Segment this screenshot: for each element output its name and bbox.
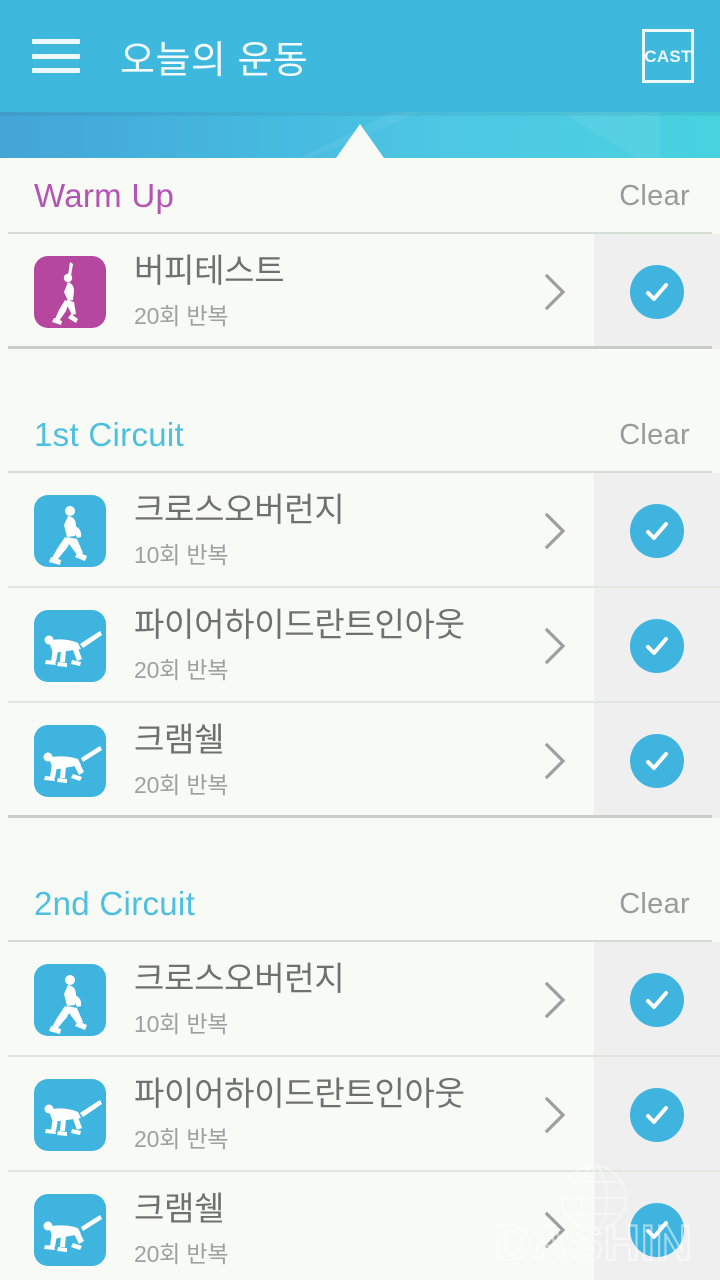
exercise-text: 크로스오버런지 10회 반복	[134, 960, 345, 1039]
section-title: 2nd Circuit	[34, 885, 196, 922]
exercise-row-body[interactable]: 크로스오버런지 10회 반복	[0, 942, 594, 1057]
exercise-text: 파이어하이드란트인아웃 20회 반복	[134, 606, 465, 685]
chevron-right-icon[interactable]	[544, 1211, 566, 1249]
hamburger-menu-icon[interactable]	[32, 39, 80, 73]
workout-section: 2nd Circuit Clear 크로스오버런지 10회 반복 파이어하이드란…	[0, 866, 720, 1280]
exercise-row-body[interactable]: 버피테스트 20회 반복	[0, 234, 594, 349]
chevron-right-icon[interactable]	[544, 627, 566, 665]
exercise-row-body[interactable]: 파이어하이드란트인아웃 20회 반복	[0, 1057, 594, 1172]
exercise-name: 파이어하이드란트인아웃	[134, 606, 465, 644]
fire-hydrant-figure-icon	[34, 1078, 106, 1151]
exercise-text: 버피테스트 20회 반복	[134, 252, 285, 331]
hamburger-line	[32, 68, 80, 73]
exercise-name: 크로스오버런지	[134, 491, 345, 529]
exercise-complete-toggle[interactable]	[594, 942, 720, 1057]
check-icon	[630, 1087, 684, 1142]
exercise-reps: 20회 반복	[134, 656, 229, 683]
exercise-name: 파이어하이드란트인아웃	[134, 1075, 465, 1113]
exercise-text: 크램쉘 20회 반복	[134, 721, 228, 800]
section-header: 1st Circuit Clear	[0, 397, 720, 473]
exercise-reps: 10회 반복	[134, 1010, 229, 1037]
workout-section: Warm Up Clear 버피테스트 20회 반복	[0, 158, 720, 349]
app-bar: 오늘의 운동 CAST	[0, 0, 720, 112]
section-header: Warm Up Clear	[0, 158, 720, 234]
band-pointer-icon	[336, 124, 384, 158]
hamburger-line	[32, 53, 80, 59]
exercise-row[interactable]: 크로스오버런지 10회 반복	[0, 473, 720, 588]
chevron-right-icon[interactable]	[544, 1096, 566, 1134]
exercise-reps: 20회 반복	[134, 302, 229, 329]
exercise-row[interactable]: 크램쉘 20회 반복	[0, 1172, 720, 1280]
exercise-row[interactable]: 파이어하이드란트인아웃 20회 반복	[0, 588, 720, 703]
workout-list: Warm Up Clear 버피테스트 20회 반복 1st Circuit C…	[0, 158, 720, 1280]
clear-button[interactable]: Clear	[619, 888, 690, 921]
exercise-row[interactable]: 크로스오버런지 10회 반복	[0, 942, 720, 1057]
hamburger-line	[32, 39, 80, 44]
section-title: Warm Up	[34, 177, 175, 214]
cast-label: CAST	[644, 46, 692, 66]
chevron-right-icon[interactable]	[544, 981, 566, 1019]
gradient-band	[0, 112, 720, 158]
burpee-figure-icon	[34, 255, 106, 328]
exercise-row-body[interactable]: 크로스오버런지 10회 반복	[0, 473, 594, 588]
exercise-text: 크램쉘 20회 반복	[134, 1190, 228, 1269]
clear-button[interactable]: Clear	[619, 419, 690, 452]
check-icon	[630, 972, 684, 1027]
exercise-row-body[interactable]: 크램쉘 20회 반복	[0, 703, 594, 818]
workout-section: 1st Circuit Clear 크로스오버런지 10회 반복 파이어하이드란…	[0, 397, 720, 818]
exercise-name: 크램쉘	[134, 721, 225, 759]
exercise-text: 크로스오버런지 10회 반복	[134, 491, 345, 570]
exercise-row[interactable]: 버피테스트 20회 반복	[0, 234, 720, 349]
exercise-row-body[interactable]: 파이어하이드란트인아웃 20회 반복	[0, 588, 594, 703]
check-icon	[630, 503, 684, 558]
exercise-name: 크램쉘	[134, 1190, 225, 1228]
lunge-figure-icon	[34, 494, 106, 567]
section-title: 1st Circuit	[34, 416, 184, 453]
exercise-reps: 20회 반복	[134, 771, 229, 798]
cast-button[interactable]: CAST	[642, 29, 694, 83]
clamshell-figure-icon	[34, 724, 106, 797]
exercise-complete-toggle[interactable]	[594, 588, 720, 703]
exercise-complete-toggle[interactable]	[594, 234, 720, 349]
check-icon	[630, 264, 684, 319]
page-title: 오늘의 운동	[120, 39, 309, 82]
exercise-complete-toggle[interactable]	[594, 1057, 720, 1172]
exercise-name: 버피테스트	[134, 252, 285, 290]
chevron-right-icon[interactable]	[544, 742, 566, 780]
chevron-right-icon[interactable]	[544, 273, 566, 311]
clear-button[interactable]: Clear	[619, 180, 690, 213]
exercise-row[interactable]: 파이어하이드란트인아웃 20회 반복	[0, 1057, 720, 1172]
exercise-complete-toggle[interactable]	[594, 703, 720, 818]
section-header: 2nd Circuit Clear	[0, 866, 720, 942]
clamshell-figure-icon	[34, 1193, 106, 1266]
exercise-complete-toggle[interactable]	[594, 473, 720, 588]
lunge-figure-icon	[34, 963, 106, 1036]
exercise-reps: 20회 반복	[134, 1240, 229, 1267]
section-divider	[8, 815, 712, 818]
fire-hydrant-figure-icon	[34, 609, 106, 682]
app-root: 오늘의 운동 CAST Warm Up Clear 버피테스트 20회 반복 1…	[0, 0, 720, 1280]
section-divider	[8, 346, 712, 349]
exercise-reps: 10회 반복	[134, 541, 229, 568]
check-icon	[630, 733, 684, 788]
exercise-row-body[interactable]: 크램쉘 20회 반복	[0, 1172, 594, 1280]
exercise-reps: 20회 반복	[134, 1125, 229, 1152]
check-icon	[630, 1202, 684, 1257]
exercise-text: 파이어하이드란트인아웃 20회 반복	[134, 1075, 465, 1154]
exercise-row[interactable]: 크램쉘 20회 반복	[0, 703, 720, 818]
exercise-name: 크로스오버런지	[134, 960, 345, 998]
exercise-complete-toggle[interactable]	[594, 1172, 720, 1280]
chevron-right-icon[interactable]	[544, 512, 566, 550]
check-icon	[630, 618, 684, 673]
